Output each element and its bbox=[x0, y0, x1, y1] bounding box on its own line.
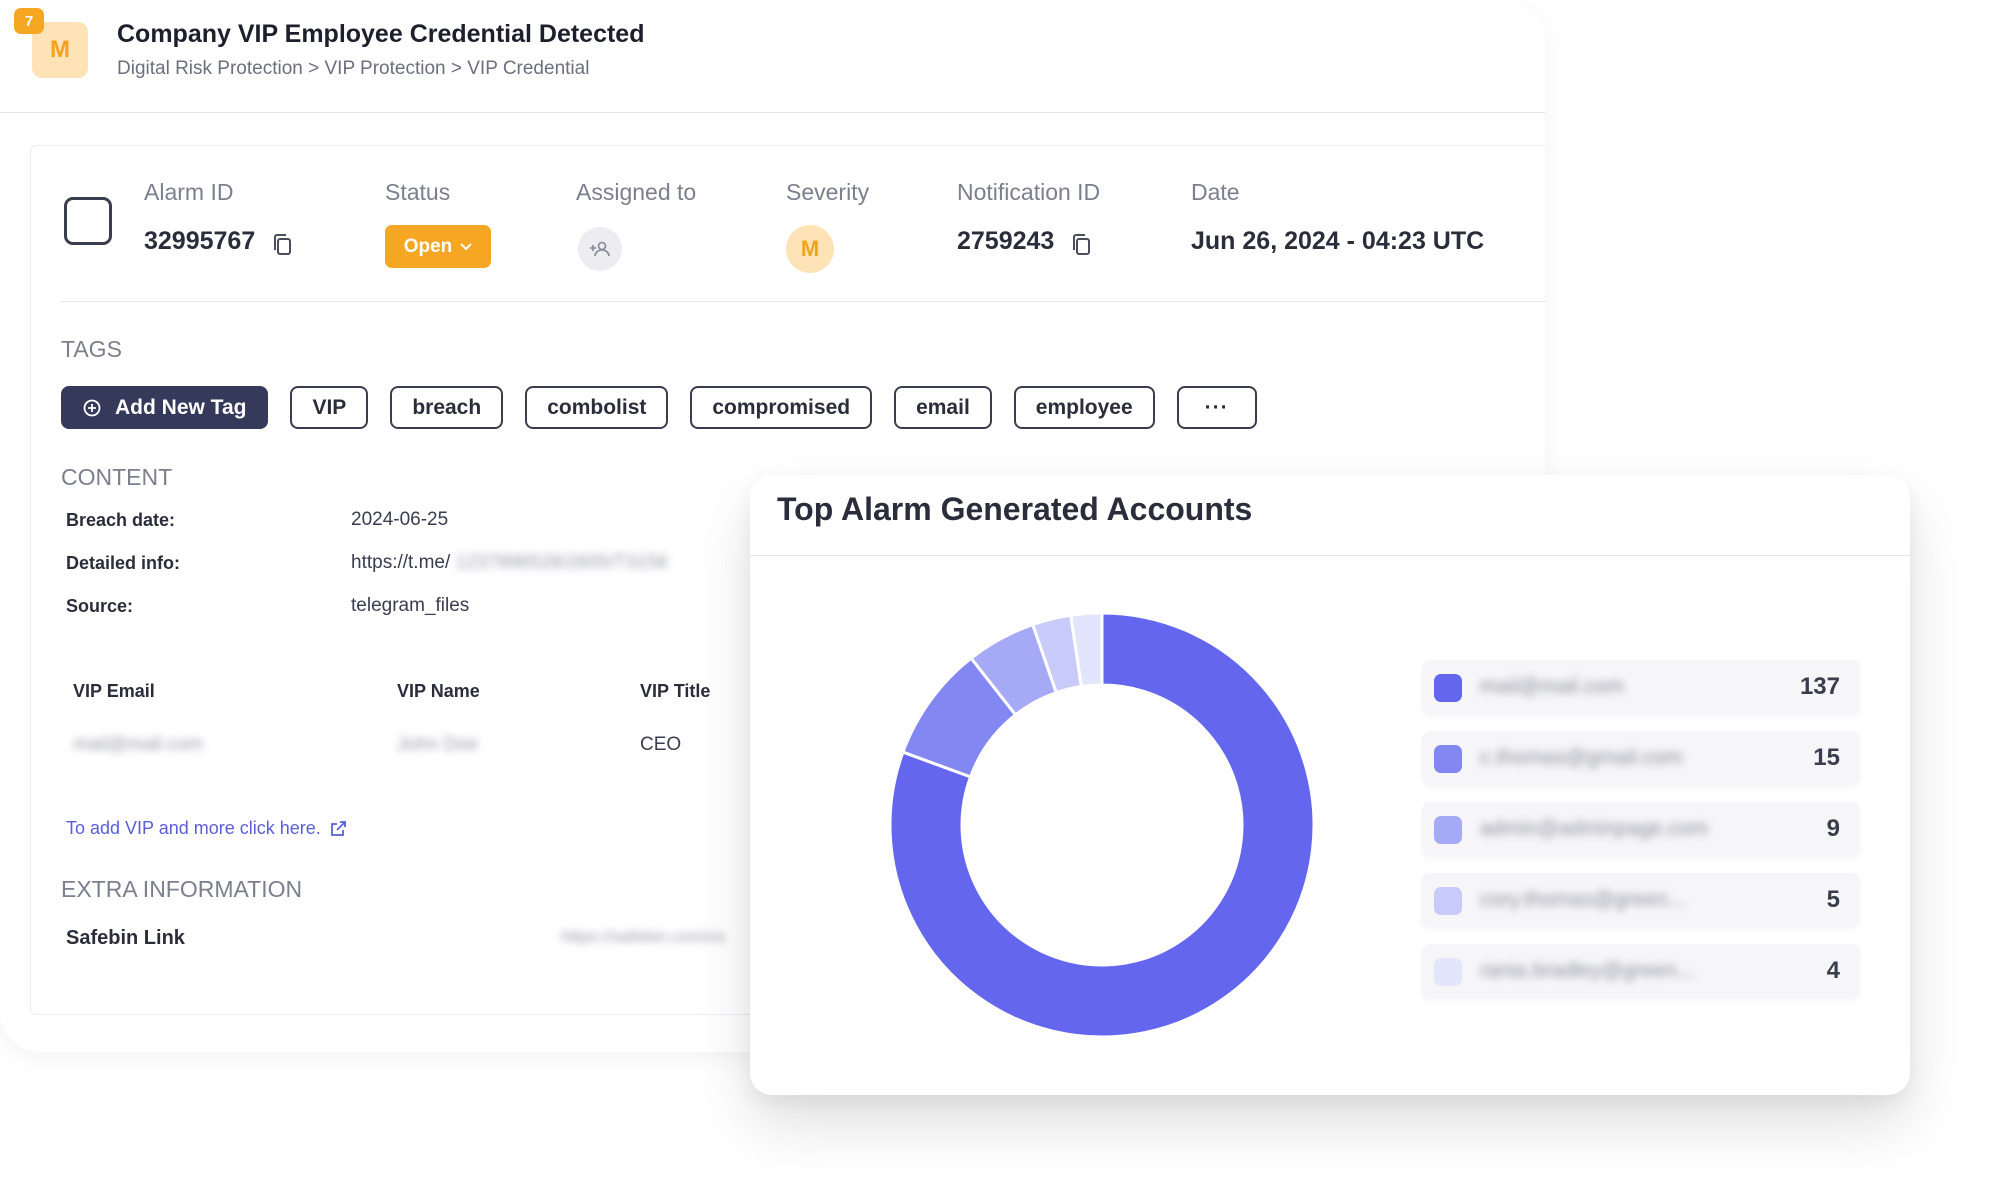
donut-chart bbox=[888, 611, 1316, 1039]
plus-circle-icon bbox=[83, 399, 101, 416]
tags-section-title: TAGS bbox=[61, 336, 122, 362]
alarm-header: M 7 Company VIP Employee Credential Dete… bbox=[0, 0, 1545, 113]
alarm-id-label: Alarm ID bbox=[144, 179, 234, 205]
legend-row[interactable]: c.thomas@gmail.com 15 bbox=[1422, 731, 1860, 785]
select-alarm-checkbox[interactable] bbox=[64, 197, 112, 245]
breadcrumb[interactable]: Digital Risk Protection > VIP Protection… bbox=[117, 58, 589, 80]
vip-name-header: VIP Name bbox=[397, 681, 480, 701]
chart-divider bbox=[750, 555, 1910, 556]
add-vip-link[interactable]: To add VIP and more click here. bbox=[66, 818, 347, 839]
add-new-tag-label: Add New Tag bbox=[115, 395, 247, 419]
assigned-to-label: Assigned to bbox=[576, 179, 697, 205]
legend-value: 137 bbox=[1799, 673, 1840, 700]
chart-legend: mail@mail.com 137 c.thomas@gmail.com 15 admi… bbox=[1422, 660, 1860, 1015]
alarm-id-value: 32995767 bbox=[144, 227, 256, 255]
legend-row[interactable]: mail@mail.com 137 bbox=[1422, 660, 1860, 714]
detailed-info-redacted: 1237896528/2605/T3156 bbox=[455, 552, 668, 573]
legend-row[interactable]: rania.bradley@green... 4 bbox=[1422, 944, 1860, 998]
vip-name-value: John Doe bbox=[397, 734, 479, 755]
breach-date-label: Breach date: bbox=[66, 510, 176, 530]
legend-swatch bbox=[1434, 674, 1462, 702]
copy-notification-id-icon[interactable] bbox=[1071, 233, 1093, 257]
add-vip-link-text: To add VIP and more click here. bbox=[66, 818, 321, 838]
legend-label: cory.thomas@green... bbox=[1480, 888, 1686, 911]
legend-swatch bbox=[1434, 958, 1462, 986]
detailed-info-label: Detailed info: bbox=[66, 553, 181, 573]
add-new-tag-button[interactable]: Add New Tag bbox=[61, 386, 269, 429]
legend-label: c.thomas@gmail.com bbox=[1480, 746, 1683, 769]
detailed-info-value[interactable]: https://t.me/ 1237896528/2605/T3156 bbox=[351, 552, 668, 574]
legend-value: 15 bbox=[1813, 744, 1840, 771]
date-label: Date bbox=[1191, 179, 1240, 205]
status-value: Open bbox=[403, 235, 453, 257]
top-alarm-accounts-card: Top Alarm Generated Accounts mail@mail.c… bbox=[750, 475, 1910, 1095]
legend-row[interactable]: cory.thomas@green... 5 bbox=[1422, 873, 1860, 927]
vip-email-header: VIP Email bbox=[73, 681, 155, 701]
vip-title-header: VIP Title bbox=[640, 681, 711, 701]
legend-value: 5 bbox=[1826, 886, 1840, 913]
tag-email[interactable]: email bbox=[894, 386, 992, 429]
avatar-letter: M bbox=[50, 36, 70, 63]
tag-breach[interactable]: breach bbox=[390, 386, 504, 429]
vip-title-value: CEO bbox=[640, 734, 682, 755]
legend-swatch bbox=[1434, 887, 1462, 915]
tag-list: Add New Tag VIP breach combolist comprom… bbox=[61, 386, 1257, 429]
vip-email-value: mail@mail.com bbox=[73, 734, 204, 755]
source-value: telegram_files bbox=[351, 595, 470, 616]
legend-label: admin@adminpage.com bbox=[1480, 817, 1708, 840]
severity-avatar: M bbox=[786, 225, 834, 273]
status-dropdown[interactable]: Open bbox=[385, 225, 491, 268]
assign-user-icon[interactable] bbox=[578, 227, 622, 271]
legend-value: 4 bbox=[1826, 957, 1840, 984]
copy-alarm-id-icon[interactable] bbox=[272, 233, 294, 257]
summary-divider bbox=[61, 301, 1546, 302]
tag-employee[interactable]: employee bbox=[1013, 386, 1155, 429]
tag-combolist[interactable]: combolist bbox=[525, 386, 669, 429]
notification-count-badge: 7 bbox=[14, 8, 44, 34]
page-title: Company VIP Employee Credential Detected bbox=[117, 20, 645, 48]
legend-value: 9 bbox=[1826, 815, 1840, 842]
source-label: Source: bbox=[66, 596, 134, 616]
legend-swatch bbox=[1434, 745, 1462, 773]
safebin-link-label: Safebin Link bbox=[66, 927, 185, 949]
breach-date-value: 2024-06-25 bbox=[351, 509, 449, 530]
severity-label: Severity bbox=[786, 179, 870, 205]
notification-id-value: 2759243 bbox=[957, 227, 1055, 255]
detailed-info-url: https://t.me/ bbox=[351, 552, 451, 573]
safebin-link-value[interactable]: https://safebin.com/ss bbox=[561, 927, 725, 947]
status-label: Status bbox=[385, 179, 451, 205]
external-link-icon bbox=[330, 820, 346, 836]
tag-vip[interactable]: VIP bbox=[290, 386, 369, 429]
extra-information-title: EXTRA INFORMATION bbox=[61, 876, 303, 902]
legend-label: rania.bradley@green... bbox=[1480, 959, 1694, 982]
tag-compromised[interactable]: compromised bbox=[690, 386, 873, 429]
notification-id-label: Notification ID bbox=[957, 179, 1101, 205]
more-tags-button[interactable]: ··· bbox=[1176, 386, 1257, 429]
legend-row[interactable]: admin@adminpage.com 9 bbox=[1422, 802, 1860, 856]
legend-label: mail@mail.com bbox=[1480, 675, 1624, 698]
chart-title: Top Alarm Generated Accounts bbox=[777, 491, 1253, 527]
content-section-title: CONTENT bbox=[61, 464, 173, 490]
legend-swatch bbox=[1434, 816, 1462, 844]
chevron-down-icon bbox=[460, 242, 472, 250]
date-value: Jun 26, 2024 - 04:23 UTC bbox=[1191, 227, 1485, 255]
